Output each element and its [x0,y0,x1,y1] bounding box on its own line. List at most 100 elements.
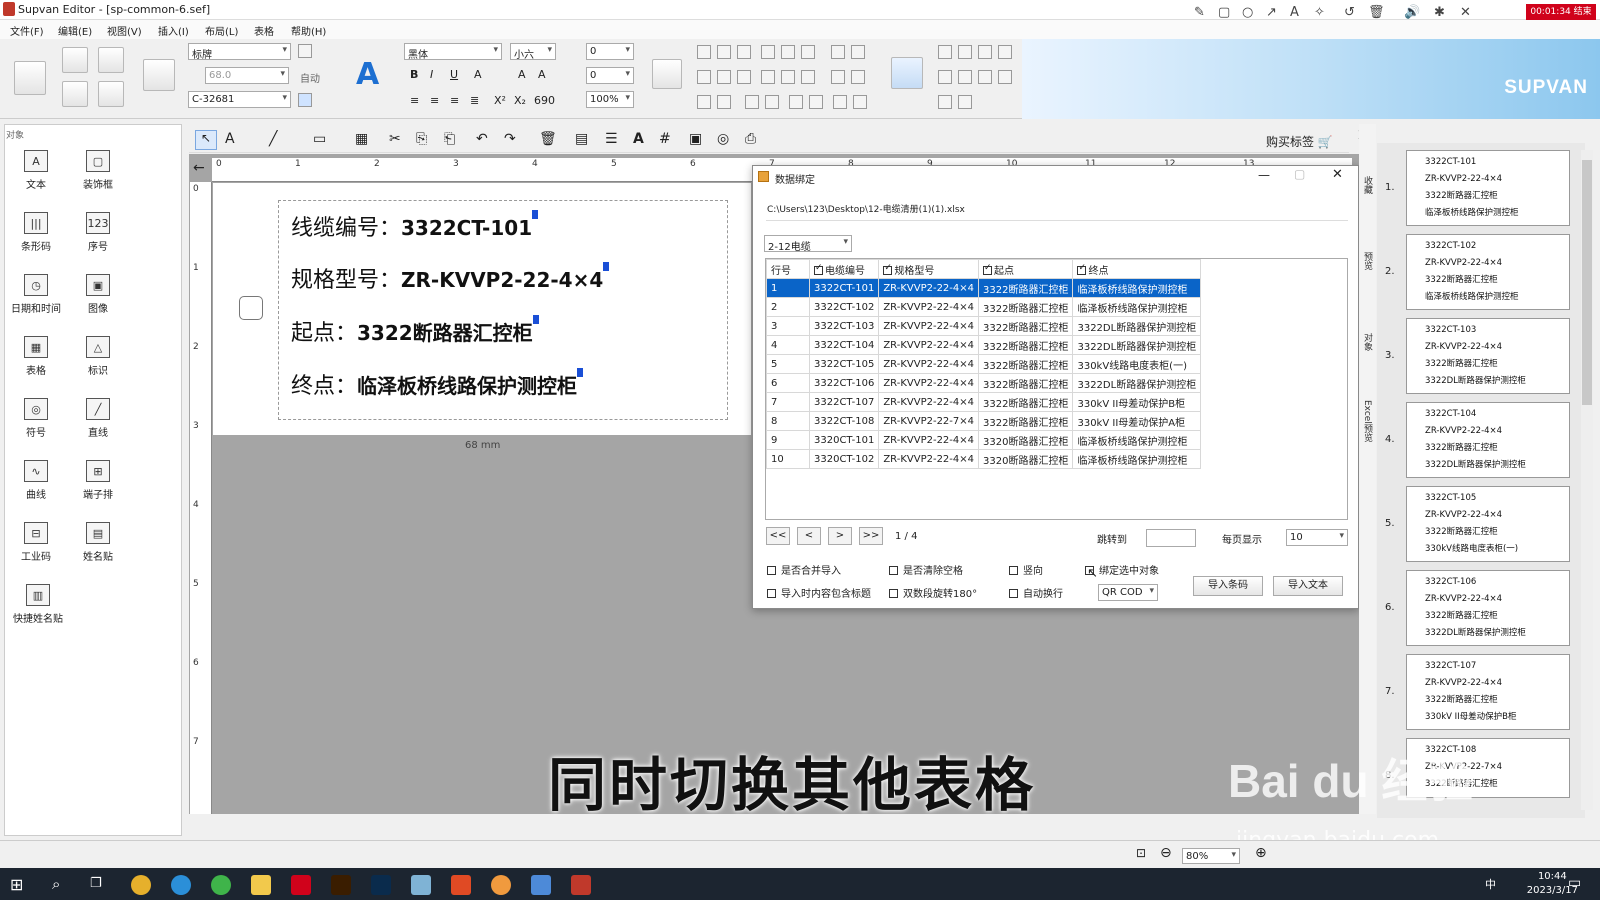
object-barcode[interactable]: ||| 条形码 [8,212,64,270]
object-sign[interactable]: △ 标识 [70,336,126,394]
delete-icon[interactable]: 🗑 [539,131,557,147]
edge-icon[interactable] [171,875,191,895]
file-explorer-icon[interactable] [251,875,271,895]
table-cell[interactable]: 3322CT-103 [808,316,880,336]
align-top-icon[interactable] [697,45,711,59]
checkbox[interactable] [889,589,898,598]
crop-icon[interactable] [789,95,803,109]
font-size-select[interactable]: 小六 [510,43,556,61]
app-bird-icon[interactable] [531,875,551,895]
table-icon[interactable] [891,57,923,89]
insert-row-icon[interactable] [938,45,952,59]
table-cell[interactable]: 3322CT-108 [808,411,880,431]
browser-360-icon[interactable] [211,875,231,895]
table-cell[interactable]: 3320断路器汇控柜 [978,430,1074,450]
distribute-v-icon[interactable] [781,45,795,59]
back-arrow-icon[interactable]: ← [193,160,205,176]
rows-icon[interactable] [851,45,865,59]
undo-tool-icon[interactable]: ↶ [476,131,488,147]
save-icon[interactable] [62,81,88,107]
table-tool-icon[interactable]: ▦ [355,131,368,147]
text-tool-icon-2[interactable]: A [225,131,235,147]
option-vertical[interactable]: 竖向 [1009,562,1043,577]
object-image[interactable]: ▣ 图像 [70,274,126,332]
rect-tool-icon[interactable]: ▭ [313,131,326,147]
table-props-icon[interactable] [938,95,952,109]
checkbox[interactable] [1009,589,1018,598]
merge-cells-icon[interactable] [938,70,952,84]
cell-fill-icon[interactable] [998,70,1012,84]
menu-view[interactable]: 视图(V) [107,23,142,38]
table-cell[interactable]: 8 [766,411,810,431]
bold-icon[interactable]: B [410,68,418,81]
table-cell[interactable]: 1 [766,278,810,298]
align-center-icon[interactable]: ≡ [430,94,439,107]
table-row[interactable]: 5 3322CT-105 ZR-KVVP2-22-4×4 3322断路器汇控柜 330k… [766,354,1202,374]
selection-handle-icon[interactable] [577,368,584,377]
table-cell[interactable]: 3322断路器汇控柜 [978,278,1074,298]
menu-help[interactable]: 帮助(H) [291,23,326,38]
new-icon[interactable] [62,47,88,73]
table-cell[interactable]: ZR-KVVP2-22-4×4 [878,316,980,336]
width-input[interactable]: 68.0 [205,67,289,84]
flip-h-icon[interactable] [745,95,759,109]
close-icon[interactable]: ✕ [1460,5,1471,20]
table-row[interactable]: 6 3322CT-106 ZR-KVVP2-22-4×4 3322断路器汇控柜 3322… [766,373,1202,393]
cell-border-icon[interactable] [978,70,992,84]
dialog-close-icon[interactable]: ✕ [1332,167,1343,182]
zoom-out-icon[interactable]: ⊖ [1160,845,1172,861]
object-text[interactable]: A 文本 [8,150,64,208]
col-header-end[interactable]: 终点 [1072,259,1202,279]
table-cell[interactable]: 3322CT-104 [808,335,880,355]
jump-to-input[interactable] [1146,529,1196,547]
open-icon[interactable] [98,47,124,73]
align-bottom-icon[interactable] [737,45,751,59]
object-line[interactable]: ╱ 直线 [70,398,126,456]
table-cell[interactable]: 临泽板桥线路保护测控柜 [1072,278,1202,298]
import-text-button[interactable]: 导入文本 [1273,576,1343,596]
shrink-font-icon[interactable]: A [538,68,546,81]
col-header-cable-no[interactable]: 电缆编号 [808,259,880,279]
object-symbol[interactable]: ◎ 符号 [8,398,64,456]
table-cell[interactable]: 3320断路器汇控柜 [978,449,1074,469]
split-cells-icon[interactable] [958,70,972,84]
app-red-icon[interactable] [291,875,311,895]
col-header-start[interactable]: 起点 [978,259,1074,279]
table-cell[interactable]: ZR-KVVP2-22-4×4 [878,430,980,450]
table-cell[interactable]: 330kV II母差动保护A柜 [1072,411,1202,431]
align-center-obj-icon[interactable] [717,70,731,84]
object-quick-name-sticker[interactable]: ▥ 快捷姓名贴 [8,584,68,642]
text-tool-icon[interactable]: A [1290,5,1299,20]
table-cell[interactable]: 5 [766,354,810,374]
list-icon[interactable]: ▤ [575,131,588,147]
table-row[interactable]: 4 3322CT-104 ZR-KVVP2-22-4×4 3322断路器汇控柜 3322… [766,335,1202,355]
number-format-label[interactable]: 690 [534,94,555,107]
checkbox[interactable] [1009,566,1018,575]
table-cell[interactable]: 3322断路器汇控柜 [978,335,1074,355]
wps-icon[interactable] [451,875,471,895]
table-cell[interactable]: 3322DL断路器保护测控柜 [1072,335,1202,355]
column-checkbox[interactable] [883,263,893,275]
object-name-sticker[interactable]: ▤ 姓名贴 [70,522,126,580]
option-clear-spaces[interactable]: 是否清除空格 [889,562,963,577]
subscript-icon[interactable]: X₂ [514,94,526,107]
char-spacing-input[interactable]: 0 [586,43,634,60]
label-line-end[interactable]: 终点：临泽板桥线路保护测控柜 [291,368,584,400]
menu-table[interactable]: 表格 [254,23,274,38]
delete-row-icon[interactable] [978,45,992,59]
preview-icon[interactable] [98,81,124,107]
align-left-icon[interactable]: ≡ [410,94,419,107]
table-cell[interactable]: ZR-KVVP2-22-4×4 [878,335,980,355]
table-cell[interactable]: ZR-KVVP2-22-4×4 [878,297,980,317]
table-cell[interactable]: 3322断路器汇控柜 [978,373,1074,393]
first-page-button[interactable]: << [766,527,790,545]
insert-col-icon[interactable] [958,45,972,59]
minimize-icon[interactable]: — [1258,168,1270,182]
table-row[interactable]: 9 3320CT-101 ZR-KVVP2-22-4×4 3320断路器汇控柜 临泽板桥… [766,430,1202,450]
menu-edit[interactable]: 编辑(E) [58,23,92,38]
table-cell[interactable]: 3322DL断路器保护测控柜 [1072,373,1202,393]
table-cell[interactable]: 临泽板桥线路保护测控柜 [1072,430,1202,450]
page-thumbnail[interactable]: 3322CT-103 ZR-KVVP2-22-4×4 3322断路器汇控柜 3322D… [1406,318,1570,394]
photoshop-icon[interactable] [371,875,391,895]
table-cell[interactable]: 330kV线路电度表柜(一) [1072,354,1202,374]
